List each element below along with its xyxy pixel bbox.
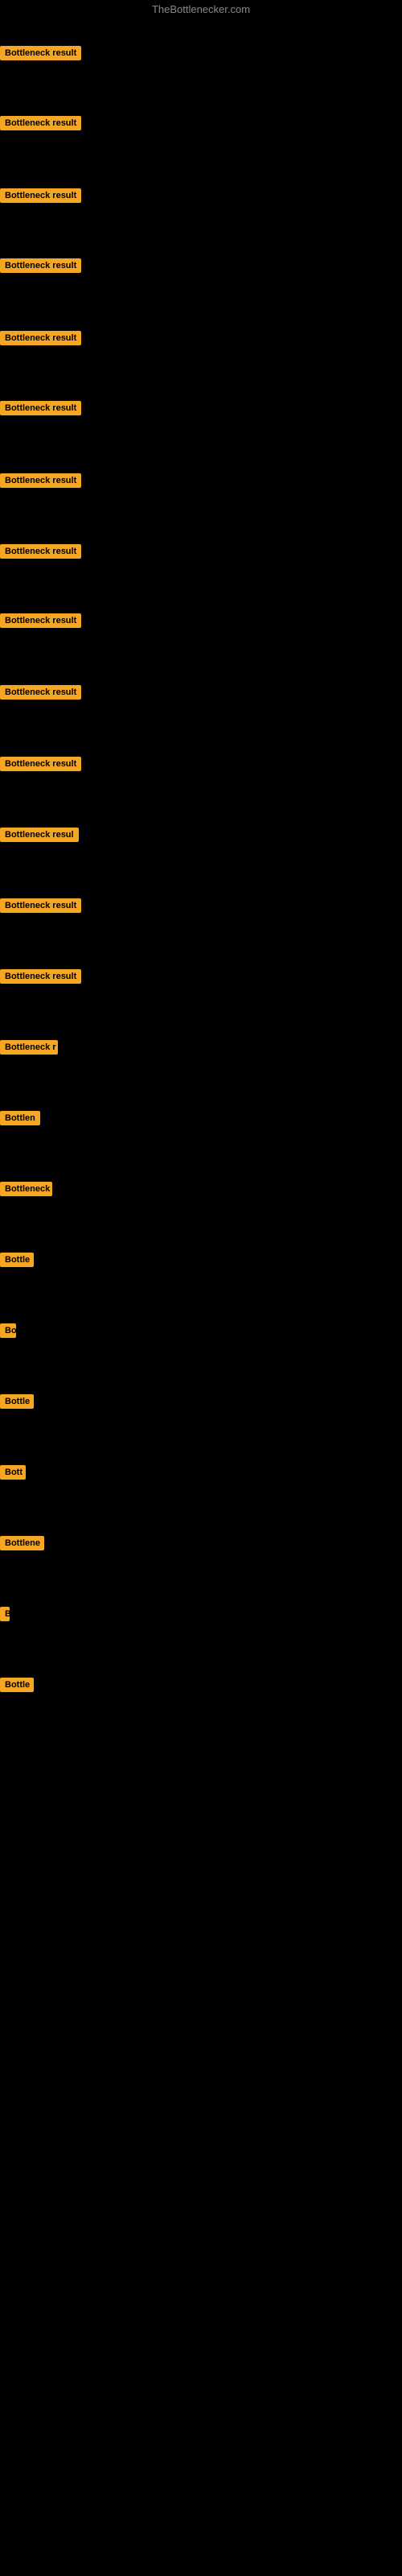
bottleneck-badge[interactable]: Bottle — [0, 1678, 34, 1692]
bottleneck-badge[interactable]: Bottleneck result — [0, 46, 81, 60]
result-item-19: Bo — [0, 1323, 16, 1342]
bottleneck-badge[interactable]: Bottleneck result — [0, 685, 81, 700]
result-item-1: Bottleneck result — [0, 46, 81, 64]
bottleneck-badge[interactable]: Bottleneck result — [0, 613, 81, 628]
result-item-16: Bottlen — [0, 1111, 40, 1129]
result-item-23: B — [0, 1607, 10, 1625]
result-item-21: Bott — [0, 1465, 26, 1484]
result-item-14: Bottleneck result — [0, 969, 81, 988]
bottleneck-badge[interactable]: Bottlene — [0, 1536, 44, 1550]
bottleneck-badge[interactable]: Bottleneck result — [0, 401, 81, 415]
bottleneck-badge[interactable]: Bottleneck — [0, 1182, 52, 1196]
bottleneck-badge[interactable]: B — [0, 1607, 10, 1621]
bottleneck-badge[interactable]: Bottleneck r — [0, 1040, 58, 1055]
result-item-13: Bottleneck result — [0, 898, 81, 917]
bottleneck-badge[interactable]: Bott — [0, 1465, 26, 1480]
bottleneck-badge[interactable]: Bottleneck result — [0, 969, 81, 984]
bottleneck-badge[interactable]: Bottleneck result — [0, 188, 81, 203]
bottleneck-badge[interactable]: Bottleneck result — [0, 116, 81, 130]
bottleneck-badge[interactable]: Bottlen — [0, 1111, 40, 1125]
result-item-9: Bottleneck result — [0, 613, 81, 632]
bottleneck-badge[interactable]: Bottle — [0, 1253, 34, 1267]
result-item-11: Bottleneck result — [0, 757, 81, 775]
result-item-18: Bottle — [0, 1253, 34, 1271]
bottleneck-badge[interactable]: Bo — [0, 1323, 16, 1338]
bottleneck-badge[interactable]: Bottleneck result — [0, 258, 81, 273]
result-item-12: Bottleneck resul — [0, 828, 79, 846]
result-item-20: Bottle — [0, 1394, 34, 1413]
result-item-6: Bottleneck result — [0, 401, 81, 419]
bottleneck-badge[interactable]: Bottleneck result — [0, 473, 81, 488]
bottleneck-badge[interactable]: Bottleneck result — [0, 898, 81, 913]
result-item-17: Bottleneck — [0, 1182, 52, 1200]
bottleneck-badge[interactable]: Bottleneck result — [0, 544, 81, 559]
result-item-22: Bottlene — [0, 1536, 44, 1554]
result-item-10: Bottleneck result — [0, 685, 81, 704]
result-item-7: Bottleneck result — [0, 473, 81, 492]
result-item-2: Bottleneck result — [0, 116, 81, 134]
bottleneck-badge[interactable]: Bottleneck result — [0, 757, 81, 771]
result-item-3: Bottleneck result — [0, 188, 81, 207]
result-item-15: Bottleneck r — [0, 1040, 58, 1059]
bottleneck-badge[interactable]: Bottleneck result — [0, 331, 81, 345]
result-item-4: Bottleneck result — [0, 258, 81, 277]
result-item-24: Bottle — [0, 1678, 34, 1696]
result-item-8: Bottleneck result — [0, 544, 81, 563]
result-item-5: Bottleneck result — [0, 331, 81, 349]
site-title: TheBottlenecker.com — [0, 0, 402, 19]
bottleneck-badge[interactable]: Bottleneck resul — [0, 828, 79, 842]
bottleneck-badge[interactable]: Bottle — [0, 1394, 34, 1409]
